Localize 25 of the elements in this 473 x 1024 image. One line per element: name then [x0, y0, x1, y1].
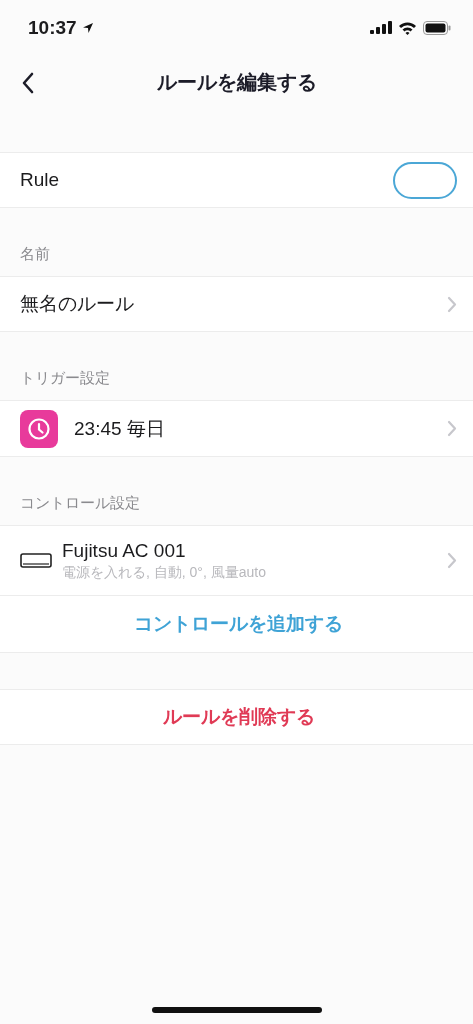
name-row[interactable]: 無名のルール — [0, 276, 473, 332]
screen-title: ルールを編集する — [156, 70, 317, 95]
clock-icon — [20, 409, 58, 448]
clock-time: 10:37 — [28, 16, 77, 39]
trigger-row[interactable]: 23:45 毎日 — [0, 400, 473, 457]
location-arrow-icon — [81, 21, 94, 34]
section-header: 名前 — [20, 245, 50, 264]
section-header: コントロール設定 — [20, 494, 140, 513]
air-conditioner-icon — [20, 552, 52, 569]
section-header: トリガー設定 — [20, 369, 110, 388]
rule-name: 無名のルール — [20, 292, 135, 316]
device-settings: 電源を入れる, 自動, 0°, 風量auto — [62, 563, 267, 582]
battery-icon — [423, 20, 451, 35]
rule-toggle[interactable] — [393, 161, 457, 199]
chevron-right-icon — [447, 420, 457, 437]
chevron-right-icon — [447, 552, 457, 569]
device-name: Fujitsu AC 001 — [62, 539, 187, 562]
chevron-right-icon — [447, 295, 457, 313]
device-row[interactable]: Fujitsu AC 001 電源を入れる, 自動, 0°, 風量auto — [0, 525, 473, 596]
delete-rule-button[interactable]: ルールを削除する — [0, 689, 473, 745]
wifi-icon — [398, 20, 417, 35]
back-chevron-icon — [21, 72, 35, 94]
trigger-time: 23:45 毎日 — [74, 416, 166, 441]
rule-label: Rule — [20, 169, 61, 191]
signal-icon — [370, 21, 392, 34]
